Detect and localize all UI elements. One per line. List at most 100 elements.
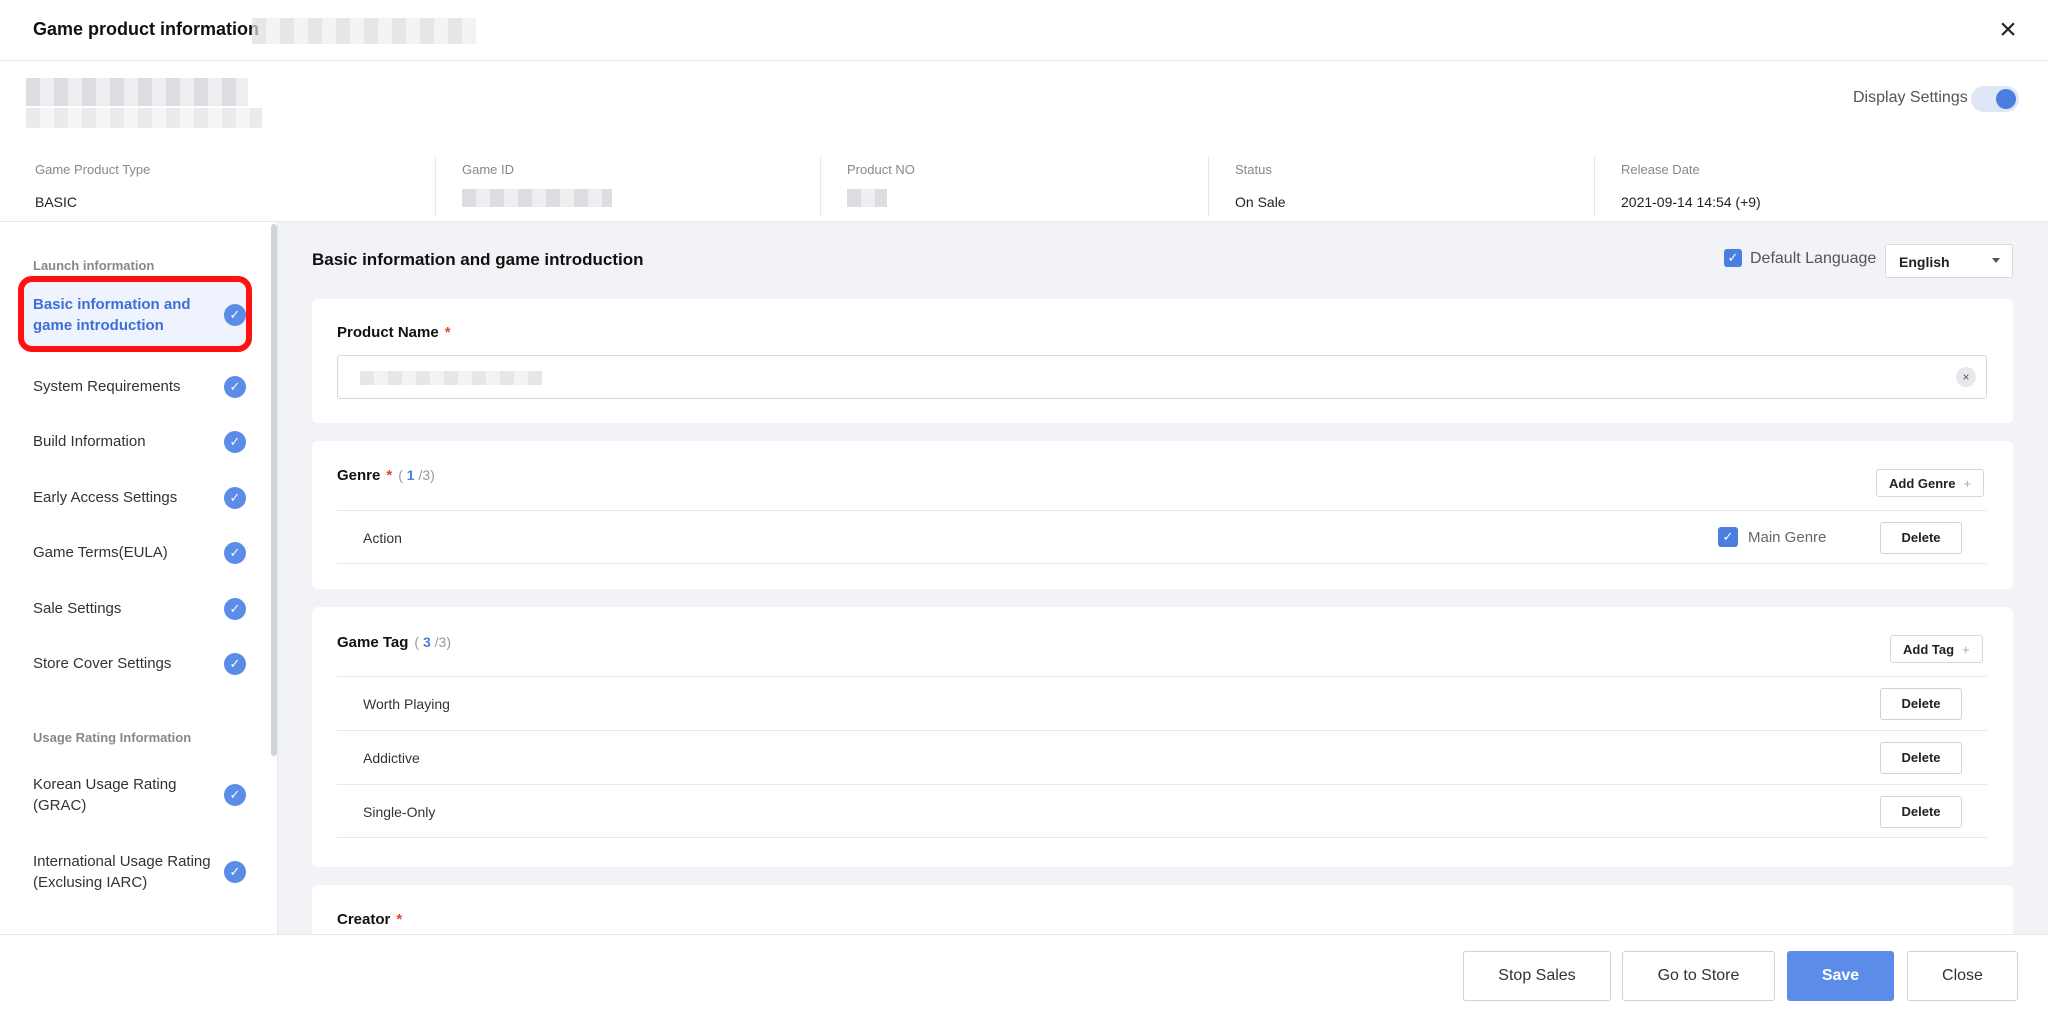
add-genre-label: Add Genre <box>1889 476 1956 491</box>
stop-sales-button[interactable]: Stop Sales <box>1463 951 1611 1001</box>
sidebar-item-label: Game Terms(EULA) <box>33 544 168 561</box>
checkbox-checked-icon: ✓ <box>1718 527 1738 547</box>
info-label: Game ID <box>462 162 515 177</box>
sidebar-item-label: (Exclusing IARC) <box>33 874 148 891</box>
add-tag-button[interactable]: Add Tag + <box>1890 635 1983 663</box>
field-label: Product Name <box>337 324 439 341</box>
tag-row: Worth Playing Delete <box>337 676 1987 730</box>
tag-row: Single-Only Delete <box>337 784 1987 838</box>
field-label: Creator <box>337 911 391 928</box>
sidebar-item-basic-information[interactable]: Basic information and game introduction … <box>18 276 252 352</box>
info-label: Product NO <box>847 162 915 177</box>
product-name-label: Product Name * <box>337 324 451 341</box>
main-genre-checkbox[interactable]: ✓ Main Genre <box>1718 527 1826 548</box>
counter-open: ( <box>414 634 420 650</box>
delete-genre-button[interactable]: Delete <box>1880 522 1962 554</box>
check-circle-icon: ✓ <box>224 542 246 564</box>
clear-icon[interactable]: × <box>1956 367 1976 387</box>
delete-tag-button[interactable]: Delete <box>1880 796 1962 828</box>
sidebar-item-label: Build Information <box>33 433 146 450</box>
check-circle-icon: ✓ <box>224 431 246 453</box>
tag-name: Addictive <box>363 750 420 766</box>
info-value: On Sale <box>1235 194 1286 210</box>
sidebar-item-label: Sale Settings <box>33 600 122 617</box>
counter-current: 1 <box>406 467 415 483</box>
close-icon[interactable]: × <box>1994 15 2022 45</box>
sidebar-item-early-access-settings[interactable]: Early Access Settings ✓ <box>18 483 252 513</box>
delete-tag-button[interactable]: Delete <box>1880 688 1962 720</box>
display-settings-toggle[interactable] <box>1971 86 2019 112</box>
info-label: Status <box>1235 162 1272 177</box>
check-circle-icon: ✓ <box>224 653 246 675</box>
genre-card: Genre * ( 1 /3) Add Genre + Action ✓ Main Ge… <box>312 441 2013 589</box>
default-language-checkbox[interactable]: ✓ Default Language <box>1724 249 1876 268</box>
checkbox-checked-icon: ✓ <box>1724 249 1742 267</box>
info-status: Status On Sale <box>1208 156 1594 216</box>
language-select[interactable]: English <box>1885 244 2013 278</box>
game-tag-counter: ( 3 /3) <box>414 634 451 650</box>
required-mark: * <box>396 911 403 928</box>
display-settings-label: Display Settings <box>1853 89 1968 106</box>
info-label: Game Product Type <box>35 162 151 177</box>
counter-open: ( <box>398 467 403 483</box>
game-tag-card: Game Tag ( 3 /3) Add Tag + Worth Playing D… <box>312 607 2013 867</box>
redacted-title-suffix <box>252 18 476 44</box>
field-label: Game Tag <box>337 634 409 651</box>
required-mark: * <box>444 324 451 341</box>
sidebar-section-usage-rating: Usage Rating Information <box>33 730 192 745</box>
language-select-value: English <box>1899 254 1950 270</box>
product-name-input[interactable]: × <box>337 355 1987 399</box>
sidebar-item-label: (GRAC) <box>33 797 87 814</box>
main-content: Basic information and game introduction … <box>278 222 2048 934</box>
sidebar-item-build-information[interactable]: Build Information ✓ <box>18 427 252 457</box>
check-circle-icon: ✓ <box>224 487 246 509</box>
info-game-id: Game ID <box>435 156 820 216</box>
info-value: BASIC <box>35 194 78 210</box>
sidebar-item-korean-usage-rating[interactable]: Korean Usage Rating (GRAC) ✓ <box>18 772 252 818</box>
close-button[interactable]: Close <box>1907 951 2018 1001</box>
sidebar-scrollbar[interactable] <box>271 224 277 756</box>
sidebar-item-label: System Requirements <box>33 378 181 395</box>
sidebar-item-system-requirements[interactable]: System Requirements ✓ <box>18 372 252 402</box>
redacted-game-id <box>462 189 612 207</box>
save-button[interactable]: Save <box>1787 951 1894 1001</box>
chevron-down-icon <box>1992 258 2000 263</box>
sidebar: Launch information Basic information and… <box>0 222 278 934</box>
required-mark: * <box>386 467 393 484</box>
toggle-knob <box>1996 89 2016 109</box>
creator-card: Creator * <box>312 885 2013 934</box>
sidebar-item-international-usage-rating[interactable]: International Usage Rating (Exclusing IA… <box>18 849 252 895</box>
genre-row: Action ✓ Main Genre Delete <box>337 510 1987 564</box>
counter-current: 3 <box>422 634 431 650</box>
check-circle-icon: ✓ <box>224 784 246 806</box>
delete-tag-button[interactable]: Delete <box>1880 742 1962 774</box>
sidebar-item-label: Store Cover Settings <box>33 655 172 672</box>
creator-label: Creator * <box>337 911 402 928</box>
go-to-store-button[interactable]: Go to Store <box>1622 951 1775 1001</box>
sidebar-item-store-cover-settings[interactable]: Store Cover Settings ✓ <box>18 649 252 679</box>
sidebar-item-label: Basic information and <box>33 296 191 313</box>
redacted-product-no <box>847 189 887 207</box>
tag-row: Addictive Delete <box>337 730 1987 784</box>
info-label: Release Date <box>1621 162 1700 177</box>
genre-counter: ( 1 /3) <box>398 467 435 483</box>
sidebar-item-game-terms[interactable]: Game Terms(EULA) ✓ <box>18 538 252 568</box>
game-tag-label: Game Tag ( 3 /3) <box>337 634 451 651</box>
plus-icon: + <box>1962 642 1970 657</box>
sidebar-section-launch: Launch information <box>33 258 155 273</box>
product-name-card: Product Name * × <box>312 299 2013 423</box>
sidebar-item-sale-settings[interactable]: Sale Settings ✓ <box>18 594 252 624</box>
add-genre-button[interactable]: Add Genre + <box>1876 469 1985 497</box>
info-release-date: Release Date 2021-09-14 14:54 (+9) <box>1594 156 2014 216</box>
plus-icon: + <box>1963 476 1972 491</box>
genre-label: Genre * ( 1 /3) <box>337 467 435 484</box>
field-label: Genre <box>337 467 381 484</box>
genre-name: Action <box>363 530 402 546</box>
redacted-game-name <box>26 78 248 106</box>
tag-name: Single-Only <box>363 804 436 820</box>
sidebar-item-label: International Usage Rating <box>33 853 211 870</box>
sidebar-item-label: game introduction <box>33 317 164 334</box>
add-tag-label: Add Tag <box>1903 642 1955 657</box>
sidebar-item-label: Early Access Settings <box>33 489 178 506</box>
title-bar: Game product information × <box>0 0 2048 61</box>
